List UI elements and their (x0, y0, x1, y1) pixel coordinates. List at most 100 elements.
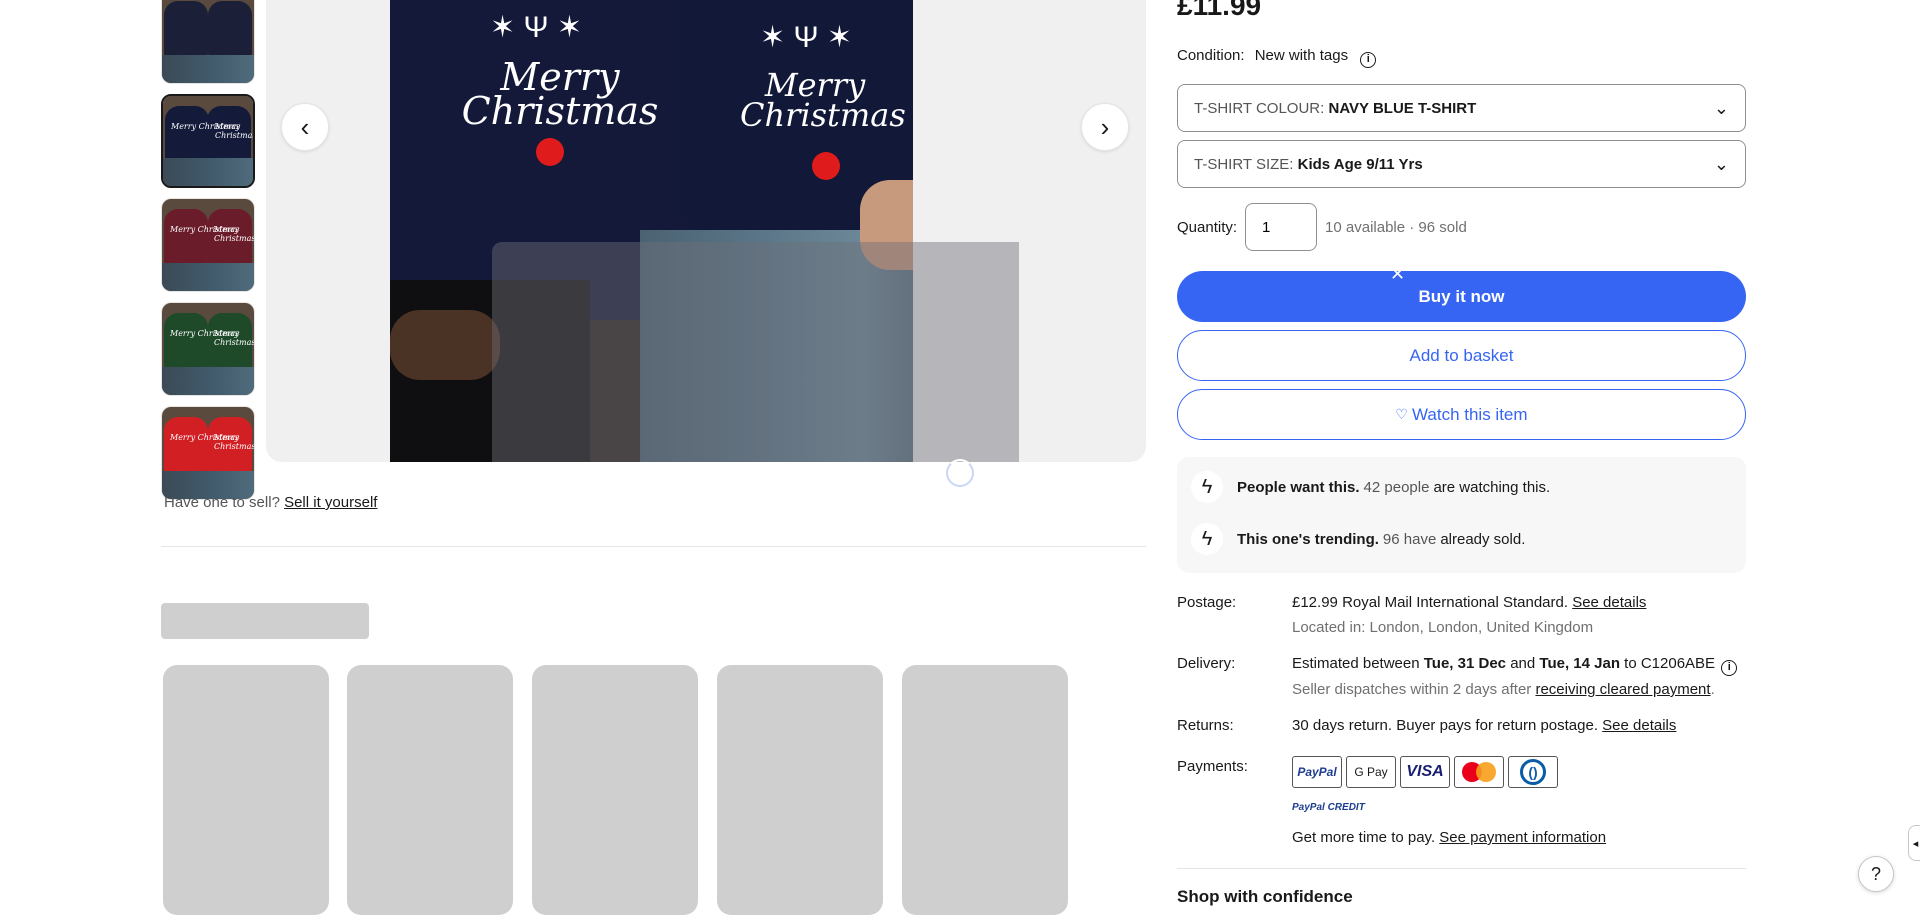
thumbnail-1[interactable] (161, 0, 255, 84)
sell-prompt: Have one to sell? Sell it yourself (164, 494, 377, 511)
delivery-destination: to C1206ABE (1624, 655, 1716, 672)
delivery-from: Tue, 31 Dec (1423, 655, 1507, 672)
chevron-down-icon: ⌄ (1713, 97, 1729, 118)
skeleton-card (347, 665, 513, 915)
thumbnail-text: Merry Christmas (214, 225, 255, 243)
payment-info-link[interactable]: See payment information (1439, 829, 1606, 846)
thumbnail-shirt (165, 106, 209, 162)
thumbnail-shirt (164, 313, 208, 369)
mastercard-icon (1454, 756, 1504, 788)
next-image-button[interactable]: › (1081, 103, 1129, 151)
thumbnail-jeans (162, 367, 254, 395)
heart-icon: ♡ (1395, 406, 1408, 422)
returns-label: Returns: (1177, 717, 1234, 734)
paypal-icon: PayPal (1292, 756, 1342, 788)
sell-it-yourself-link[interactable]: Sell it yourself (284, 494, 377, 511)
thumbnail-text: Merry Christmas (214, 433, 255, 451)
thumbnail-text: Merry Christmas (214, 329, 255, 347)
urgency-count: 96 have (1382, 530, 1437, 548)
thumbnail-2[interactable]: Merry Christmas Merry Christmas (161, 94, 255, 188)
urgency-tail: already sold. (1440, 530, 1526, 548)
postage-service: Royal Mail International Standard. (1342, 594, 1569, 611)
colour-select[interactable]: T-SHIRT COLOUR: NAVY BLUE T-SHIRT ⌄ (1177, 84, 1746, 132)
cleared-payment-link[interactable]: receiving cleared payment (1535, 681, 1710, 698)
chevron-right-icon: › (1100, 111, 1110, 142)
delivery-label: Delivery: (1177, 655, 1236, 672)
previous-image-button[interactable]: ‹ (281, 103, 329, 151)
urgency-bold: This one's trending. (1237, 530, 1379, 548)
thumbnail-jeans (162, 55, 254, 83)
condition-value: New with tags (1254, 47, 1349, 64)
thumbnail-jeans (163, 158, 253, 186)
chevron-left-icon: ‹ (300, 111, 310, 142)
size-select-label: T-SHIRT SIZE: (1194, 155, 1294, 173)
returns-details-link[interactable]: See details (1602, 717, 1676, 734)
add-to-basket-label: Add to basket (1409, 345, 1514, 365)
visa-icon: VISA (1400, 756, 1450, 788)
sell-text: Have one to sell? (164, 494, 280, 511)
reindeer-nose (536, 138, 564, 166)
delivery-and: and (1510, 655, 1536, 672)
urgency-tail: are watching this. (1433, 478, 1551, 496)
feedback-tab[interactable]: ◂ (1908, 825, 1920, 861)
loading-spinner (946, 459, 974, 487)
skeleton-card (717, 665, 883, 915)
item-location: Located in: London, London, United Kingd… (1292, 619, 1594, 636)
info-icon[interactable]: i (1721, 660, 1738, 676)
watch-item-button[interactable]: ♡ Watch this item (1177, 389, 1746, 440)
buy-it-now-button[interactable]: Buy it now (1177, 271, 1746, 322)
colour-select-label: T-SHIRT COLOUR: (1194, 99, 1325, 117)
postage-label: Postage: (1177, 594, 1237, 611)
info-icon[interactable]: i (1360, 52, 1377, 68)
thumbnail-text: Merry Christmas (215, 122, 255, 140)
delivery-pre: Estimated between (1292, 655, 1420, 672)
divider (161, 546, 1146, 547)
urgency-watchers: ϟ People want this. 42 people are watchi… (1191, 471, 1550, 503)
dispatch-text: Seller dispatches within 2 days after (1292, 681, 1532, 698)
skeleton-title (161, 603, 369, 639)
reindeer-nose (812, 152, 840, 180)
zoom-overlay (492, 242, 1019, 462)
postage-details-link[interactable]: See details (1572, 594, 1646, 611)
thumbnail-3[interactable]: Merry Christmas Merry Christmas (161, 198, 255, 292)
google-pay-icon: G Pay (1346, 756, 1396, 788)
quantity-label: Quantity: (1177, 218, 1238, 236)
thumbnail-4[interactable]: Merry Christmas Merry Christmas (161, 302, 255, 396)
urgency-trending: ϟ This one's trending. 96 have already s… (1191, 523, 1525, 555)
antler-icon: ✶ Ψ ✶ (760, 21, 853, 54)
diners-club-icon: () (1508, 756, 1558, 788)
lightning-icon: ϟ (1191, 471, 1223, 503)
divider (1177, 868, 1746, 869)
urgency-bold: People want this. (1237, 478, 1360, 496)
size-select[interactable]: T-SHIRT SIZE: Kids Age 9/11 Yrs ⌄ (1177, 140, 1746, 188)
condition-label: Condition: (1177, 47, 1245, 64)
close-icon[interactable]: ✕ (1390, 264, 1405, 285)
quantity-row: Quantity: 10 available · 96 sold (1177, 203, 1467, 251)
main-image[interactable]: ✶ Ψ ✶ ✶ Ψ ✶ Merry Christmas Merry Christ… (266, 0, 1146, 462)
antler-icon: ✶ Ψ ✶ (490, 11, 583, 44)
size-select-value: Kids Age 9/11 Yrs (1297, 155, 1423, 173)
condition: Condition: New with tags i (1177, 47, 1377, 68)
thumbnail-shirt (208, 1, 252, 57)
add-to-basket-button[interactable]: Add to basket (1177, 330, 1746, 381)
thumbnail-jeans (162, 263, 254, 291)
shirt-text-right: Merry Christmas (740, 66, 906, 134)
thumbnail-shirt (164, 209, 208, 265)
quantity-input[interactable] (1245, 203, 1318, 251)
returns-text: 30 days return. Buyer pays for return po… (1292, 717, 1598, 734)
quantity-availability: 10 available · 96 sold (1325, 218, 1467, 236)
skeleton-card (902, 665, 1068, 915)
buy-it-now-label: Buy it now (1418, 286, 1505, 306)
delivery-to: Tue, 14 Jan (1539, 655, 1620, 672)
help-button[interactable]: ? (1858, 856, 1894, 892)
urgency-count: 42 people (1363, 478, 1430, 496)
price: £11.99 (1177, 0, 1262, 21)
paypal-credit-logo: PayPal CREDIT (1292, 802, 1365, 813)
thumbnail-5[interactable]: Merry Christmas Merry Christmas (161, 406, 255, 500)
urgency-panel: ϟ People want this. 42 people are watchi… (1177, 457, 1746, 573)
shirt-text-left: Merry Christmas (461, 55, 659, 133)
paypal-credit-text: PayPal CREDIT (1292, 802, 1365, 813)
skeleton-card (163, 665, 329, 915)
shop-with-confidence-heading: Shop with confidence (1177, 887, 1353, 906)
payments-label: Payments: (1177, 758, 1248, 775)
